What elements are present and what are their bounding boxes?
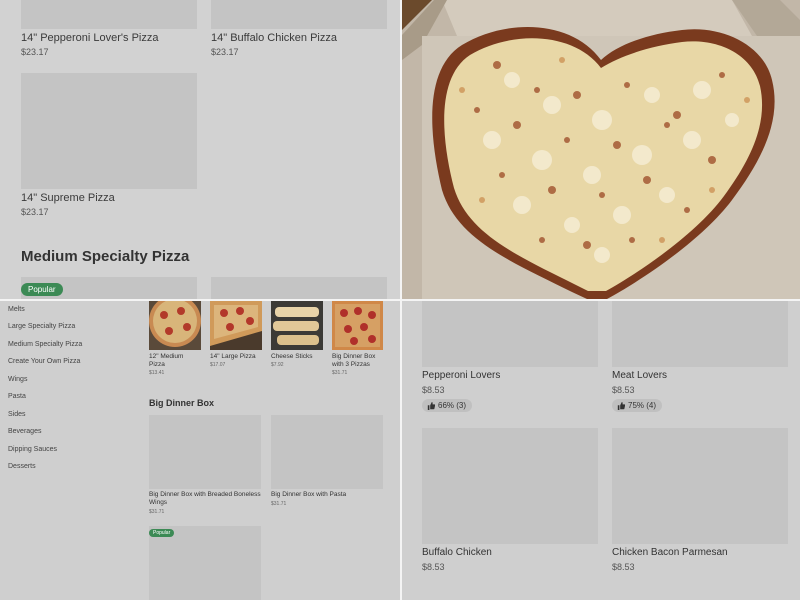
sidebar-item-beverages[interactable]: Beverages [8,428,41,435]
sidebar-item-create-your-own-pizza[interactable]: Create Your Own Pizza [8,358,80,365]
item-image-placeholder[interactable] [271,415,383,489]
item-image-dinner-box-3-pizzas[interactable] [332,301,383,350]
item-price: $23.17 [21,47,49,57]
item-image-placeholder[interactable] [149,526,261,600]
menu-panel-top-left: 14" Pepperoni Lover's Pizza $23.17 14" B… [0,0,400,299]
item-price: $13.41 [149,370,165,376]
sidebar-item-pasta[interactable]: Pasta [8,393,26,400]
item-image-placeholder[interactable] [422,428,598,544]
item-image-large-pizza[interactable] [210,301,262,350]
item-name[interactable]: Chicken Bacon Parmesan [612,547,728,558]
section-heading: Medium Specialty Pizza [21,248,190,265]
item-price: $23.17 [21,207,49,217]
item-name[interactable]: Meat Lovers [612,370,667,381]
item-name[interactable]: Cheese Sticks [271,353,326,361]
thumbs-up-icon [617,401,625,410]
item-price: $31.71 [271,501,287,507]
item-price: $31.71 [332,370,348,376]
item-image-placeholder[interactable] [149,415,261,489]
item-name[interactable]: Pepperoni Lovers [422,370,500,381]
item-image-placeholder[interactable] [211,0,387,29]
sidebar-item-medium-specialty-pizza[interactable]: Medium Specialty Pizza [8,341,82,348]
item-price: $7.92 [271,362,284,368]
item-image-medium-pizza[interactable] [149,301,201,350]
popular-badge: Popular [21,283,63,296]
item-image-placeholder[interactable] [21,73,197,189]
rating-badge: 66% (3) [422,399,473,412]
item-image-placeholder[interactable] [21,0,197,29]
item-name[interactable]: 14" Supreme Pizza [21,192,115,204]
sidebar-item-wings[interactable]: Wings [8,376,27,383]
item-image-placeholder[interactable] [612,428,788,544]
sidebar-item-melts[interactable]: Melts [8,306,25,313]
item-price: $8.53 [422,562,445,572]
item-name[interactable]: Big Dinner Box with Pasta [271,491,383,499]
item-image-cheese-sticks[interactable] [271,301,323,350]
menu-panel-bottom-left: Melts Large Specialty Pizza Medium Speci… [0,301,400,600]
item-name[interactable]: 14" Pepperoni Lover's Pizza [21,32,158,44]
item-name[interactable]: Buffalo Chicken [422,547,492,558]
item-price: $31.71 [149,509,165,515]
rating-text: 75% (4) [628,401,657,410]
item-name[interactable]: Big Dinner Box with 3 Pizzas [332,353,388,369]
item-image-placeholder[interactable] [612,301,788,367]
sidebar-item-sides[interactable]: Sides [8,411,26,418]
heart-pizza-image [402,0,800,299]
item-image-placeholder[interactable] [211,277,387,299]
pizza-photo [402,0,800,299]
sidebar-item-large-specialty-pizza[interactable]: Large Specialty Pizza [8,323,75,330]
sidebar-item-desserts[interactable]: Desserts [8,463,36,470]
rating-badge: 75% (4) [612,399,663,412]
item-image-placeholder[interactable] [422,301,598,367]
section-heading: Big Dinner Box [149,398,215,408]
popular-badge: Popular [149,529,175,537]
item-name[interactable]: 14" Buffalo Chicken Pizza [211,32,337,44]
menu-panel-bottom-right: Pepperoni Lovers $8.53 66% (3) Meat Love… [402,301,800,600]
item-price: $8.53 [422,385,445,395]
item-price: $8.53 [612,385,635,395]
item-price: $23.17 [211,47,239,57]
quadrant-divider [0,299,800,301]
sidebar-item-dipping-sauces[interactable]: Dipping Sauces [8,446,57,453]
item-price: $17.07 [210,362,226,368]
rating-text: 66% (3) [438,401,467,410]
thumbs-up-icon [427,401,435,410]
item-name[interactable]: Big Dinner Box with Breaded Boneless Win… [149,491,261,507]
item-price: $8.53 [612,562,635,572]
category-sidebar: Melts Large Specialty Pizza Medium Speci… [0,301,140,600]
item-name[interactable]: 14" Large Pizza [210,353,265,361]
item-name[interactable]: 12" Medium Pizza [149,353,201,369]
